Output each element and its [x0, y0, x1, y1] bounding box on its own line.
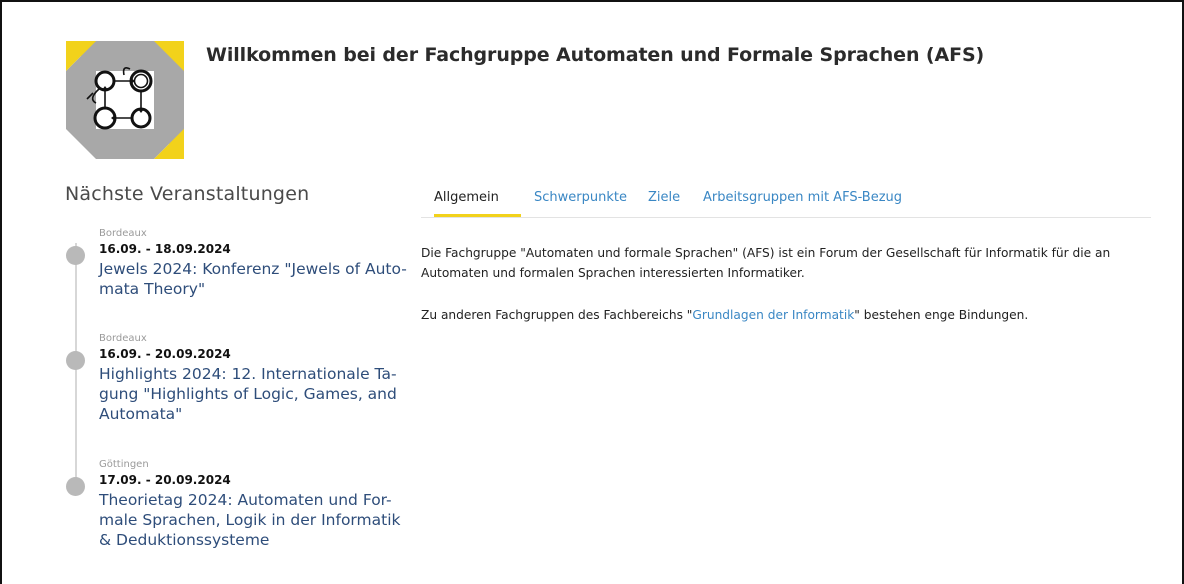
relations-text-before: Zu anderen Fachgruppen des Fachbereichs …: [421, 308, 693, 322]
page-title: Willkommen bei der Fachgruppe Automaten …: [206, 44, 985, 66]
event-title-link[interactable]: Jewels 2024: Konferenz "Jewels of Auto-m…: [99, 259, 411, 299]
grundlagen-link[interactable]: Grundlagen der Informatik: [692, 308, 854, 322]
event-location: Göttingen: [99, 459, 149, 470]
event-date: 16.09. - 20.09.2024: [99, 347, 231, 361]
timeline-dot: [66, 351, 85, 370]
events-heading: Nächste Veranstaltungen: [65, 183, 310, 205]
active-tab-indicator: [434, 214, 521, 217]
tab-bar: Allgemein Schwerpunkte Ziele Arbeitsgrup…: [421, 186, 1151, 218]
intro-paragraph: Die Fachgruppe "Automaten und formale Sp…: [421, 246, 1111, 280]
event-location: Bordeaux: [99, 333, 147, 344]
event-title-link[interactable]: Highlights 2024: 12. Internationale Ta-g…: [99, 364, 411, 424]
event-date: 16.09. - 18.09.2024: [99, 242, 231, 256]
tab-arbeitsgruppen[interactable]: Arbeitsgruppen mit AFS-Bezug: [703, 190, 902, 205]
timeline-dot: [66, 477, 85, 496]
timeline-dot: [66, 246, 85, 265]
tab-ziele[interactable]: Ziele: [648, 190, 680, 205]
event-location: Bordeaux: [99, 228, 147, 239]
relations-text-after: " bestehen enge Bindungen.: [854, 308, 1029, 322]
relations-paragraph: Zu anderen Fachgruppen des Fachbereichs …: [421, 305, 1156, 325]
event-date: 17.09. - 20.09.2024: [99, 473, 231, 487]
tab-allgemein[interactable]: Allgemein: [434, 190, 499, 205]
tab-schwerpunkte[interactable]: Schwerpunkte: [534, 190, 627, 205]
afs-logo[interactable]: [66, 41, 184, 159]
event-title-link[interactable]: Theorietag 2024: Automaten und For-male …: [99, 490, 411, 550]
